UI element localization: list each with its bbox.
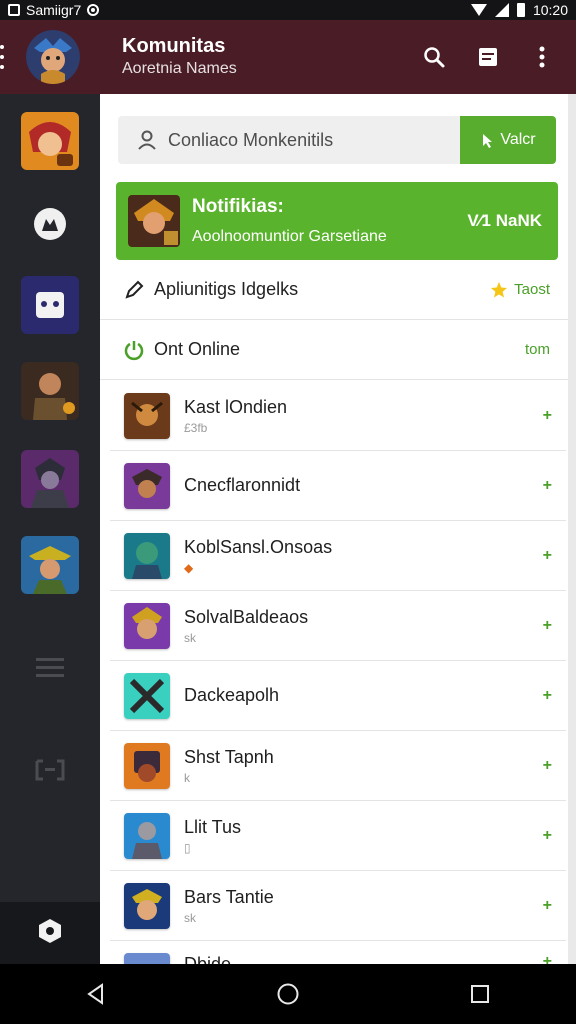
app-bar: Komunitas Aoretnia Names — [0, 20, 576, 94]
more-vert-icon[interactable] — [530, 45, 554, 69]
wifi-icon — [470, 4, 487, 16]
sync-icon — [87, 4, 100, 16]
link-row-online[interactable]: Ont Online tom — [100, 320, 568, 380]
add-member-icon[interactable]: + — [543, 617, 552, 635]
power-icon — [122, 338, 146, 362]
search-input[interactable]: Conliaco Monkenitils — [168, 130, 333, 151]
member-avatar — [124, 392, 170, 439]
member-name: Shst Tapnh — [184, 746, 274, 767]
robot-icon[interactable] — [21, 276, 79, 334]
rail-footer — [0, 902, 100, 964]
member-avatar — [124, 462, 170, 509]
member-name: Llit Tus — [184, 816, 242, 837]
add-member-icon[interactable]: + — [543, 687, 552, 705]
list-item[interactable]: Shst Tapnh k + — [110, 731, 566, 801]
add-member-icon[interactable]: + — [543, 547, 552, 565]
pencil-icon — [122, 278, 146, 302]
game-avatar-3[interactable] — [21, 450, 79, 508]
left-rail — [0, 94, 100, 964]
banner-title: Notifikias: — [192, 196, 284, 217]
shield-icon[interactable] — [30, 204, 70, 244]
member-meta: ◆ — [184, 560, 194, 575]
scrollbar[interactable] — [568, 94, 576, 964]
list-item[interactable]: Kast lOndien £3fb + — [110, 381, 566, 451]
member-name: Dackeapolh — [184, 684, 280, 705]
page-subtitle: Aoretnia Names — [122, 60, 237, 77]
community-avatar[interactable] — [26, 30, 80, 84]
link-row-applications[interactable]: Apliunitigs Idgelks Taost — [100, 260, 568, 320]
add-member-icon[interactable]: + — [543, 897, 552, 915]
page-title: Komunitas — [122, 35, 226, 57]
home-icon[interactable] — [268, 974, 308, 1014]
member-name: Kast lOndien — [184, 396, 288, 417]
clock: 10:20 — [532, 2, 568, 18]
battery-icon — [516, 3, 525, 17]
banner-thumbnail — [128, 195, 180, 247]
banner-subtitle: Aoolnoomuntior Garsetiane — [192, 228, 387, 245]
recents-icon[interactable] — [460, 974, 500, 1014]
add-member-icon[interactable]: + — [543, 827, 552, 845]
member-avatar — [124, 742, 170, 789]
member-avatar — [124, 882, 170, 929]
list-item[interactable]: Bars Tantie sk + — [110, 871, 566, 941]
member-name: KoblSansl.Onsoas — [184, 536, 333, 557]
back-icon[interactable] — [76, 974, 116, 1014]
member-meta: ▯ — [184, 840, 191, 855]
search-button[interactable]: Valcr — [460, 116, 556, 164]
member-name: Bars Tantie — [184, 886, 274, 907]
notification-banner[interactable]: Notifikias: Aoolnoomuntior Garsetiane V⁄… — [116, 182, 558, 260]
banner-tag: V⁄1 NaNK — [467, 211, 542, 230]
system-nav-bar — [0, 964, 576, 1024]
list-item[interactable]: Cnecflaronnidt + — [110, 451, 566, 521]
chat-icon[interactable] — [30, 750, 70, 790]
list-item[interactable]: SolvalBaldeaos sk + — [110, 591, 566, 661]
member-meta: k — [184, 770, 190, 785]
main-content: Conliaco Monkenitils Valcr Notifikias: A… — [100, 94, 568, 971]
search-button-label: Valcr — [500, 131, 536, 148]
link-label-applications: Apliunitigs Idgelks — [154, 279, 299, 299]
add-member-icon[interactable]: + — [543, 477, 552, 495]
link-label-online: Ont Online — [154, 339, 241, 359]
pointer-icon — [483, 134, 493, 148]
search-icon[interactable] — [422, 45, 446, 69]
add-member-icon[interactable]: + — [543, 407, 552, 425]
link-right-applications: Taost — [514, 281, 550, 298]
status-bar: Samiigr7 10:20 — [0, 0, 576, 20]
member-meta: sk — [184, 630, 196, 645]
signal-icon — [494, 3, 509, 17]
list-item[interactable]: KoblSansl.Onsoas ◆ + — [110, 521, 566, 591]
settings-hex-icon[interactable] — [37, 918, 63, 949]
carrier-label: Samiigr7 — [26, 2, 82, 18]
list-item[interactable]: Llit Tus ▯ + — [110, 801, 566, 871]
member-name: Cnecflaronnidt — [184, 474, 301, 495]
game-avatar-2[interactable] — [21, 362, 79, 420]
member-avatar — [124, 532, 170, 579]
menu-lines-icon[interactable] — [30, 648, 70, 688]
member-avatar — [124, 672, 170, 719]
member-avatar — [124, 812, 170, 859]
link-right-online: tom — [524, 341, 550, 358]
game-avatar-1[interactable] — [21, 112, 79, 170]
game-avatar-4[interactable] — [21, 536, 79, 594]
member-avatar — [124, 602, 170, 649]
list-item[interactable]: Dackeapolh + — [110, 661, 566, 731]
member-name: SolvalBaldeaos — [184, 606, 309, 627]
member-meta: sk — [184, 910, 196, 925]
user-icon — [136, 129, 158, 151]
search-bar[interactable]: Conliaco Monkenitils Valcr — [118, 116, 556, 164]
add-member-icon[interactable]: + — [543, 757, 552, 775]
drawer-handle-icon[interactable] — [0, 45, 10, 69]
member-meta: £3fb — [184, 420, 208, 435]
notification-icon — [8, 4, 20, 16]
star-icon — [491, 281, 508, 297]
document-icon[interactable] — [476, 45, 500, 69]
